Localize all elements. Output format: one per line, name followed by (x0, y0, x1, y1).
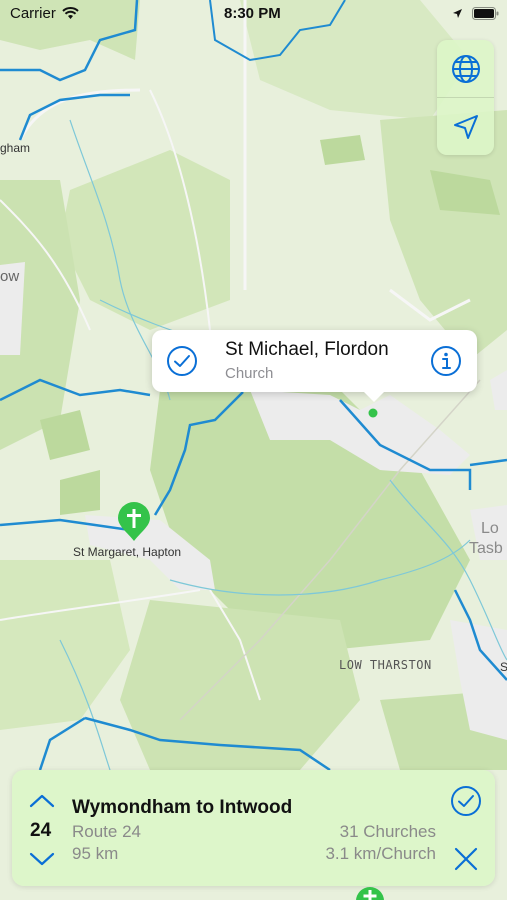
map-label-town-edge: ow (0, 268, 20, 285)
map-controls (437, 40, 494, 155)
route-label: Route 24 (72, 822, 141, 841)
visited-check-button[interactable] (166, 345, 198, 382)
church-cross-icon (118, 502, 150, 541)
wifi-icon (62, 7, 79, 19)
location-arrow-icon (453, 114, 478, 139)
map-label-town-edge: gham (0, 141, 31, 155)
next-route-button[interactable] (28, 848, 56, 870)
chevron-up-icon (29, 794, 55, 808)
close-icon (454, 847, 478, 871)
route-distance: 95 km (72, 844, 119, 863)
route-title: Wymondham to Intwood (72, 797, 293, 818)
church-cross-icon (356, 887, 384, 900)
checkmark-circle-icon (451, 786, 481, 816)
map-view[interactable] (0, 0, 507, 900)
church-label-hapton[interactable]: St Margaret, Hapton (73, 545, 181, 559)
map-label-town-edge: Lo (481, 520, 499, 537)
callout-subtitle: Church (225, 365, 274, 382)
info-button[interactable] (430, 345, 462, 382)
close-route-button[interactable] (449, 842, 483, 876)
status-bar: Carrier 8:30 PM (0, 0, 507, 28)
battery-icon (472, 7, 499, 20)
route-number: 24 (30, 820, 52, 841)
route-panel[interactable]: 24 Wymondham to Intwood Route 24 95 km 3… (12, 770, 495, 886)
church-pin-hapton[interactable] (117, 502, 151, 542)
route-church-count: 31 Churches (339, 822, 436, 841)
checkmark-circle-icon (167, 346, 197, 376)
previous-route-button[interactable] (28, 790, 56, 812)
clock-time: 8:30 PM (224, 5, 281, 22)
globe-button[interactable] (437, 40, 494, 97)
map-label-town-edge: Tasb (469, 540, 503, 557)
church-pin-partial[interactable] (355, 886, 385, 900)
map-label-low-tharston: LOW THARSTON (339, 658, 432, 672)
location-services-icon (453, 9, 462, 18)
carrier-label: Carrier (10, 5, 56, 22)
callout-title: St Michael, Flordon (225, 339, 389, 360)
globe-icon (451, 54, 480, 83)
locate-me-button[interactable] (437, 98, 494, 155)
info-circle-icon (431, 346, 461, 376)
route-complete-button[interactable] (449, 784, 483, 818)
chevron-down-icon (29, 852, 55, 866)
map-label-town-edge: S (500, 660, 507, 674)
church-callout[interactable]: St Michael, Flordon Church (152, 330, 477, 402)
route-km-per-church: 3.1 km/Church (325, 844, 436, 863)
callout-pointer (362, 390, 386, 402)
